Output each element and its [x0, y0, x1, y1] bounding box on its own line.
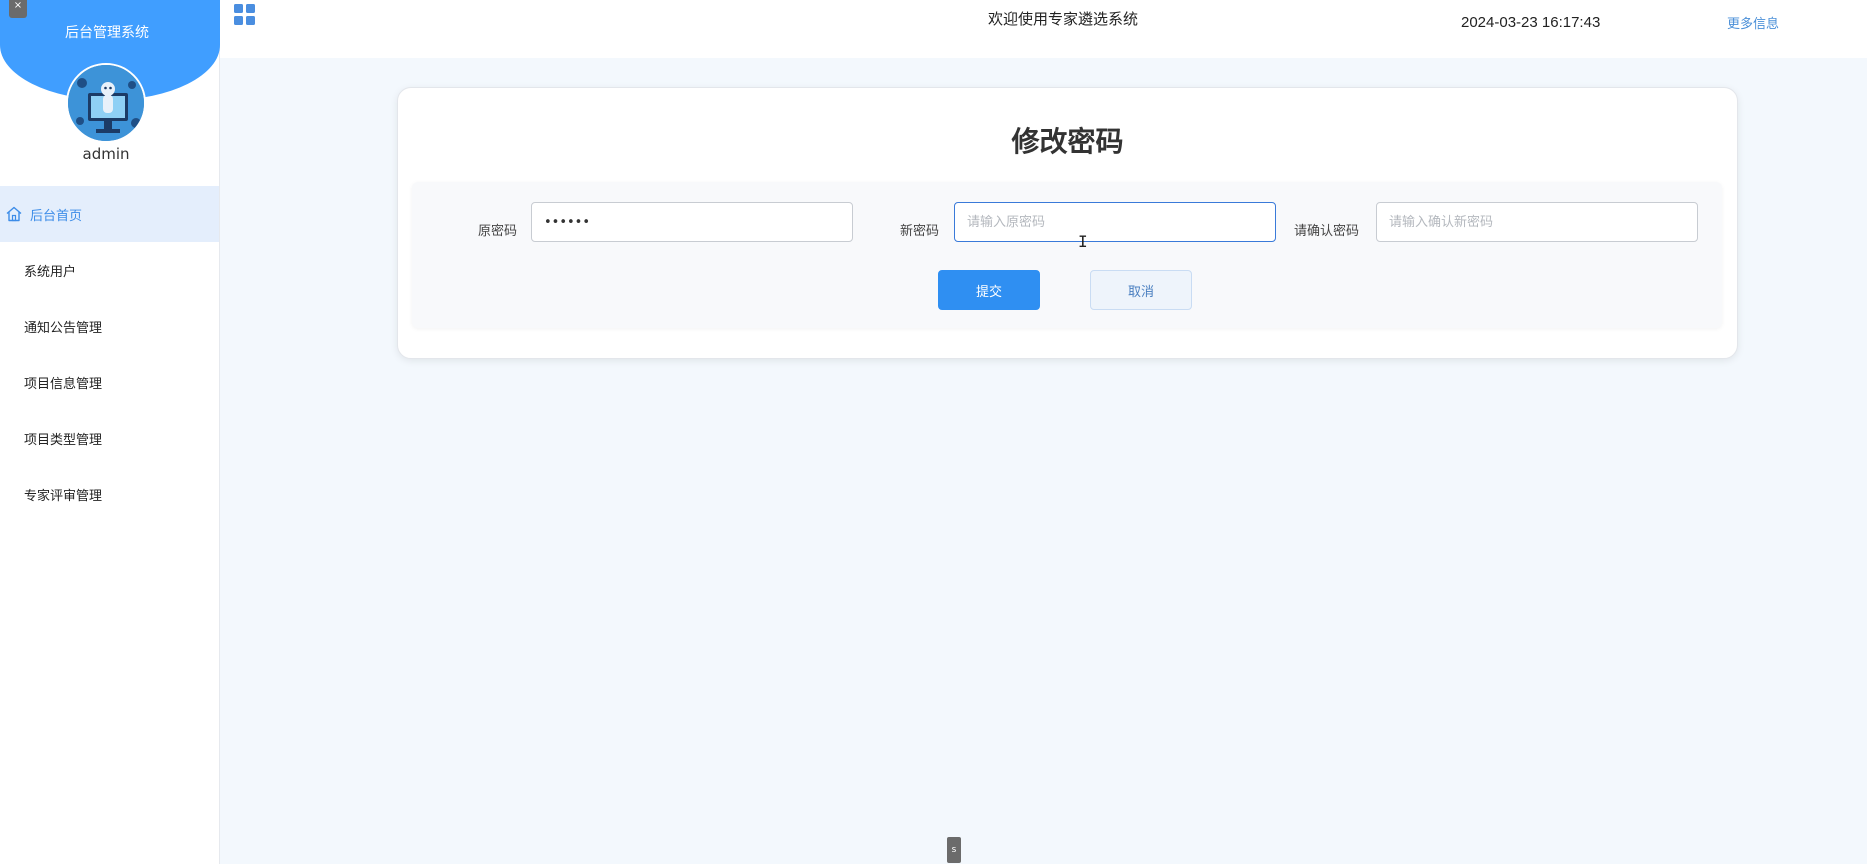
sidebar-item-label: 项目信息管理	[24, 376, 103, 392]
sidebar-item-label: 专家评审管理	[24, 488, 103, 504]
top-bar: 欢迎使用专家遴选系统 2024-03-23 16:17:43 更多信息	[220, 0, 1867, 58]
old-password-input[interactable]	[531, 202, 853, 242]
page-title: 修改密码	[1011, 125, 1124, 158]
new-password-input[interactable]	[954, 202, 1276, 242]
avatar-robot-icon	[68, 65, 144, 141]
sidebar-menu: 后台首页 系统用户 通知公告管理 项目信息管理 项目类型管理 专家评审管理	[0, 186, 219, 522]
text-cursor-icon: I	[1078, 232, 1088, 251]
sidebar-item-home[interactable]: 后台首页	[0, 186, 219, 242]
sidebar-item-project-info[interactable]: 项目信息管理	[0, 354, 219, 410]
sidebar-item-label: 系统用户	[24, 264, 77, 280]
system-name: 后台管理系统	[65, 25, 149, 41]
password-form: 原密码 新密码 I 请确认密码 提交 取消	[412, 182, 1722, 328]
username: admin	[82, 145, 130, 163]
datetime: 2024-03-23 16:17:43	[1461, 14, 1601, 31]
sidebar-item-system-users[interactable]: 系统用户	[0, 242, 219, 298]
bottom-badge[interactable]: s	[947, 837, 961, 863]
cancel-button[interactable]: 取消	[1090, 270, 1192, 310]
confirm-password-label: 请确认密码	[1294, 224, 1360, 239]
avatar	[66, 63, 146, 143]
sidebar-item-notices[interactable]: 通知公告管理	[0, 298, 219, 354]
home-icon	[6, 206, 22, 222]
change-password-card: 修改密码 原密码 新密码 I 请确认密码 提交 取消	[397, 87, 1738, 359]
welcome-text: 欢迎使用专家遴选系统	[988, 10, 1139, 28]
sidebar-item-label: 后台首页	[30, 208, 83, 224]
sidebar-item-label: 项目类型管理	[24, 432, 103, 448]
more-info-link[interactable]: 更多信息	[1727, 13, 1779, 32]
confirm-password-input[interactable]	[1376, 202, 1698, 242]
old-password-label: 原密码	[478, 224, 518, 239]
close-icon[interactable]: ×	[9, 0, 27, 18]
new-password-label: 新密码	[900, 224, 940, 239]
sidebar: × 后台管理系统 admin 后台首页 系统用户 通知公告管理 项目信息管理 项…	[0, 0, 220, 864]
grid-menu-icon[interactable]	[234, 4, 256, 26]
sidebar-item-label: 通知公告管理	[24, 320, 103, 336]
sidebar-item-expert-review[interactable]: 专家评审管理	[0, 466, 219, 522]
submit-button[interactable]: 提交	[938, 270, 1040, 310]
sidebar-item-project-types[interactable]: 项目类型管理	[0, 410, 219, 466]
